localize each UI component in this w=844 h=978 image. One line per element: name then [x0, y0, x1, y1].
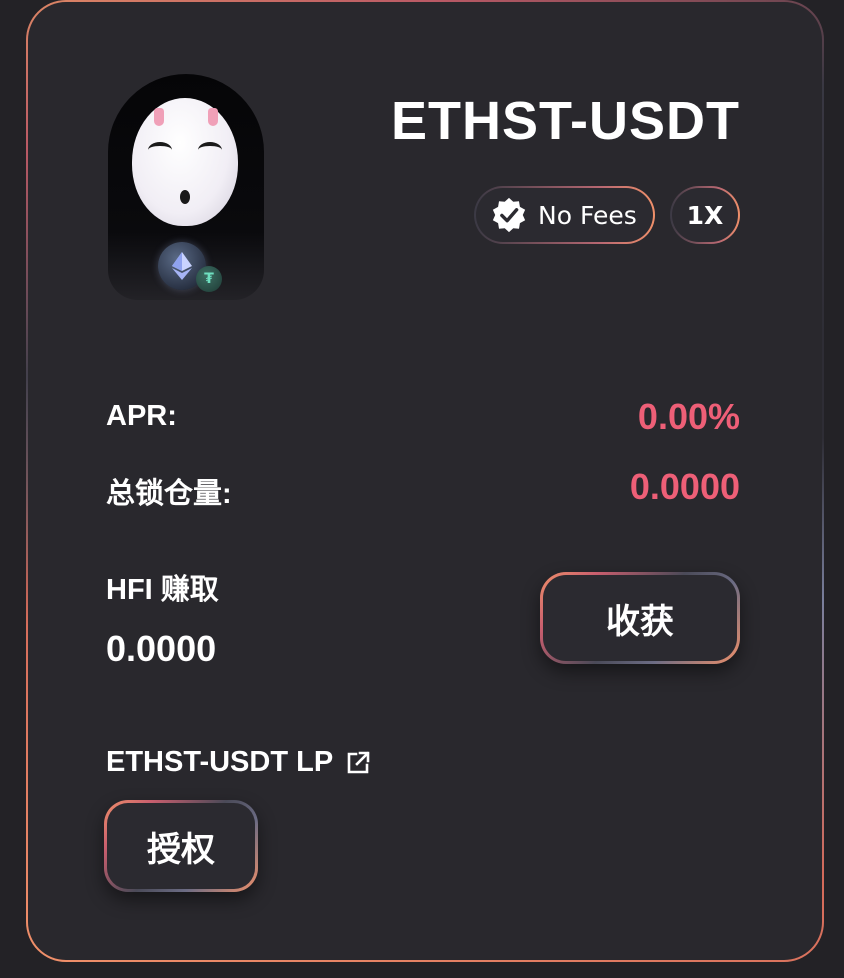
lp-label: ETHST-USDT LP	[106, 746, 334, 778]
pool-card-border: ₮ ETHST-USDT No Fees 1X APR: 0.00% 总锁仓量:…	[26, 0, 824, 962]
no-fees-tag: No Fees	[474, 186, 655, 244]
lp-link[interactable]: ETHST-USDT LP	[106, 746, 371, 779]
mask-face-icon	[132, 98, 238, 226]
pool-avatar: ₮	[108, 74, 264, 300]
multiplier-label: 1X	[672, 188, 738, 242]
approve-button[interactable]: 授权	[107, 803, 255, 889]
tvl-label: 总锁仓量:	[106, 478, 232, 510]
pool-title: ETHST-USDT	[390, 91, 740, 151]
approve-button-frame: 授权	[104, 800, 258, 892]
earned-value: 0.0000	[106, 628, 217, 669]
multiplier-tag: 1X	[670, 186, 740, 244]
no-fees-label: No Fees	[538, 200, 637, 230]
harvest-button-frame: 收获	[540, 572, 740, 664]
apr-label: APR:	[106, 400, 177, 432]
tether-icon: ₮	[196, 266, 222, 292]
pool-card: ₮ ETHST-USDT No Fees 1X APR: 0.00% 总锁仓量:…	[28, 2, 822, 960]
verified-badge-icon	[492, 197, 526, 233]
harvest-button[interactable]: 收获	[543, 575, 737, 661]
apr-value: 0.00%	[637, 396, 740, 437]
tvl-value: 0.0000	[629, 466, 740, 507]
external-link-icon[interactable]	[345, 750, 371, 776]
earned-label: HFI 赚取	[106, 574, 219, 606]
